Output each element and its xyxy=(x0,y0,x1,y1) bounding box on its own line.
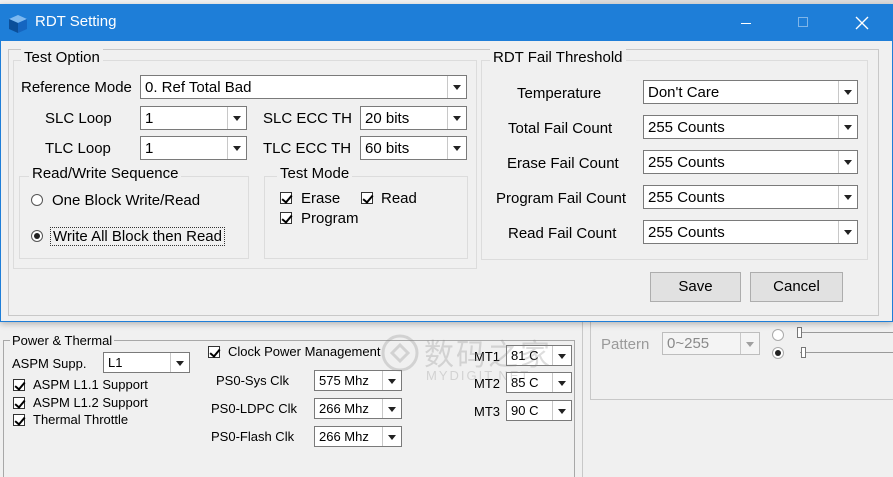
slider-thumb-2[interactable] xyxy=(801,347,806,358)
chevron-down-icon xyxy=(838,116,857,138)
chevron-down-icon xyxy=(838,151,857,173)
slc-loop-select[interactable]: 1 xyxy=(140,106,247,130)
aspm-label: ASPM Supp. xyxy=(12,356,87,371)
slc-ecc-select[interactable]: 20 bits xyxy=(360,106,467,130)
ps0-flash-label: PS0-Flash Clk xyxy=(211,429,295,444)
watermark-logo-icon xyxy=(381,334,419,372)
pattern-label: Pattern xyxy=(601,336,650,353)
watermark-subtext: MYDIGIT.NET xyxy=(426,368,531,383)
window-title: RDT Setting xyxy=(35,13,117,30)
chevron-down-icon xyxy=(170,353,189,372)
slider-track-2[interactable] xyxy=(800,352,893,353)
rw-sequence-group xyxy=(19,176,249,259)
total-fail-label: Total Fail Count xyxy=(508,120,613,137)
test-option-title: Test Option xyxy=(21,49,103,66)
program-fail-label: Program Fail Count xyxy=(496,190,627,207)
erase-fail-label: Erase Fail Count xyxy=(507,155,619,172)
chevron-down-icon xyxy=(382,399,401,418)
write-all-radio[interactable] xyxy=(31,230,43,242)
mt3-label: MT3 xyxy=(474,404,500,419)
app-cube-icon xyxy=(9,15,27,33)
aspm-select[interactable]: L1 xyxy=(103,352,190,373)
pattern-radio-2[interactable] xyxy=(772,347,784,359)
temperature-select[interactable]: Don't Care xyxy=(643,80,858,104)
chevron-down-icon xyxy=(382,427,401,446)
chevron-down-icon xyxy=(838,186,857,208)
erase-checkbox[interactable] xyxy=(280,192,292,204)
ps0-ldpc-select[interactable]: 266 Mhz xyxy=(314,398,402,419)
bg-divider xyxy=(582,322,583,477)
aspm-l11-checkbox[interactable] xyxy=(13,379,25,391)
program-label: Program xyxy=(301,210,359,227)
thermal-throttle-checkbox[interactable] xyxy=(13,414,25,426)
clock-pm-label: Clock Power Management xyxy=(228,344,381,359)
save-button-label: Save xyxy=(678,278,713,295)
tlc-ecc-label: TLC ECC TH xyxy=(263,140,352,157)
thermal-throttle-label: Thermal Throttle xyxy=(33,412,129,427)
reference-mode-select[interactable]: 0. Ref Total Bad xyxy=(140,75,467,99)
chevron-down-icon xyxy=(838,81,857,103)
chevron-down-icon xyxy=(227,107,246,129)
test-mode-group xyxy=(264,176,468,259)
one-block-radio[interactable] xyxy=(31,194,43,206)
read-fail-select[interactable]: 255 Counts xyxy=(643,220,858,244)
tlc-ecc-select[interactable]: 60 bits xyxy=(360,136,467,160)
program-checkbox[interactable] xyxy=(280,212,292,224)
read-label: Read xyxy=(381,190,417,207)
ps0-ldpc-label: PS0-LDPC Clk xyxy=(211,401,297,416)
watermark: 数码之家 MYDIGIT.NET xyxy=(380,330,580,390)
one-block-label[interactable]: One Block Write/Read xyxy=(52,192,200,209)
slc-ecc-label: SLC ECC TH xyxy=(263,110,352,127)
chevron-down-icon xyxy=(447,76,466,98)
tlc-loop-label: TLC Loop xyxy=(45,140,111,157)
read-checkbox[interactable] xyxy=(361,192,373,204)
write-all-label[interactable]: Write All Block then Read xyxy=(50,227,225,246)
ps0-sys-label: PS0-Sys Clk xyxy=(216,373,289,388)
erase-label: Erase xyxy=(301,190,341,207)
tlc-loop-select[interactable]: 1 xyxy=(140,136,247,160)
total-fail-select[interactable]: 255 Counts xyxy=(643,115,858,139)
ps0-flash-select[interactable]: 266 Mhz xyxy=(314,426,402,447)
read-fail-label: Read Fail Count xyxy=(508,225,617,242)
chevron-down-icon xyxy=(838,221,857,243)
pattern-select[interactable]: 0~255 xyxy=(662,332,760,355)
cancel-button[interactable]: Cancel xyxy=(750,272,843,302)
maximize-button[interactable] xyxy=(781,5,827,41)
chevron-down-icon xyxy=(447,137,466,159)
save-button[interactable]: Save xyxy=(650,272,741,302)
title-bar[interactable]: RDT Setting xyxy=(1,5,892,41)
power-thermal-title: Power & Thermal xyxy=(10,333,115,348)
rdt-setting-dialog: RDT Setting Test Option Reference Mode 0… xyxy=(0,4,893,322)
mt3-select[interactable]: 90 C xyxy=(506,400,572,421)
chevron-down-icon xyxy=(740,333,759,354)
program-fail-select[interactable]: 255 Counts xyxy=(643,185,858,209)
cancel-button-label: Cancel xyxy=(773,278,820,295)
slider-thumb-1[interactable] xyxy=(797,327,802,338)
chevron-down-icon xyxy=(552,401,571,420)
clock-pm-checkbox[interactable] xyxy=(208,346,220,358)
maximize-icon xyxy=(798,17,808,27)
erase-fail-select[interactable]: 255 Counts xyxy=(643,150,858,174)
temperature-label: Temperature xyxy=(517,85,602,102)
aspm-l12-label: ASPM L1.2 Support xyxy=(33,395,148,410)
close-icon xyxy=(855,16,869,30)
fail-threshold-title: RDT Fail Threshold xyxy=(490,49,626,66)
chevron-down-icon xyxy=(447,107,466,129)
aspm-l12-checkbox[interactable] xyxy=(13,397,25,409)
slider-track-1[interactable] xyxy=(800,332,893,333)
aspm-l11-label: ASPM L1.1 Support xyxy=(33,377,148,392)
rw-sequence-title: Read/Write Sequence xyxy=(29,165,182,182)
close-button[interactable] xyxy=(839,5,885,41)
minimize-icon xyxy=(741,23,751,24)
chevron-down-icon xyxy=(227,137,246,159)
test-mode-title: Test Mode xyxy=(277,165,353,182)
pattern-radio-1[interactable] xyxy=(772,329,784,341)
minimize-button[interactable] xyxy=(723,5,769,41)
reference-mode-label: Reference Mode xyxy=(21,79,132,96)
slc-loop-label: SLC Loop xyxy=(45,110,112,127)
